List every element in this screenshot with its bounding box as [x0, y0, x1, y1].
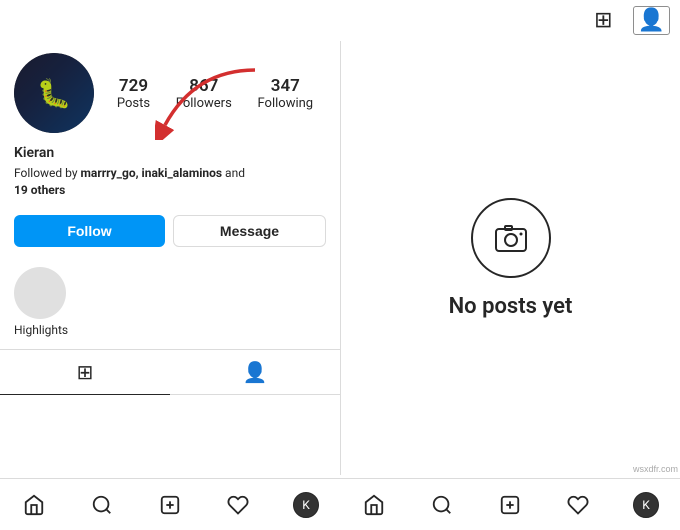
bio-section: Kieran Followed by marrry_go, inaki_alam… [0, 141, 340, 215]
highlight-circle[interactable] [14, 267, 66, 319]
posts-count: 729 [119, 76, 148, 96]
left-panel: 🐛 729 Posts 867 Followers 347 Following … [0, 41, 340, 475]
followers-count: 867 [189, 76, 218, 96]
followers-label: Followers [176, 96, 232, 111]
nav-search-2[interactable] [408, 479, 476, 530]
message-button[interactable]: Message [173, 215, 326, 247]
follow-button[interactable]: Follow [14, 215, 165, 247]
following-stat[interactable]: 347 Following [258, 76, 314, 111]
nav-add-1[interactable] [136, 479, 204, 530]
tagged-tab-icon: 👤 [243, 360, 268, 384]
nav-profile-2[interactable]: K [612, 479, 680, 530]
tab-tagged[interactable]: 👤 [170, 350, 340, 394]
action-buttons: Follow Message [0, 215, 340, 259]
followed-by-users: marrry_go, inaki_alaminos [81, 166, 223, 180]
watermark: wsxdfr.com [633, 464, 678, 474]
tab-grid[interactable]: ⊞ [0, 350, 170, 394]
nav-add-2[interactable] [476, 479, 544, 530]
nav-avatar-1: K [293, 492, 319, 518]
followers-stat[interactable]: 867 Followers [176, 76, 232, 111]
username: Kieran [14, 145, 326, 161]
posts-stat: 729 Posts [117, 76, 150, 111]
avatar: 🐛 [14, 53, 94, 133]
posts-label: Posts [117, 96, 150, 111]
no-posts-camera-icon [471, 198, 551, 278]
profile-section: 🐛 729 Posts 867 Followers 347 Following [0, 41, 340, 141]
grid-tab-icon: ⊞ [77, 360, 94, 384]
stats-container: 729 Posts 867 Followers 347 Following [104, 76, 326, 111]
nav-avatar-2: K [633, 492, 659, 518]
nav-home-2[interactable] [340, 479, 408, 530]
highlights-section: Highlights [0, 259, 340, 349]
person-view-icon[interactable]: 👤 [633, 6, 670, 35]
tab-bar: ⊞ 👤 [0, 349, 340, 395]
main-layout: 🐛 729 Posts 867 Followers 347 Following … [0, 41, 680, 475]
nav-profile-1[interactable]: K [272, 479, 340, 530]
avatar-image: 🐛 [14, 53, 94, 133]
followed-by-prefix: Followed by [14, 166, 81, 180]
following-count: 347 [271, 76, 300, 96]
right-panel: No posts yet [340, 41, 680, 475]
followed-by-others-count: 19 others [14, 183, 65, 197]
nav-search-1[interactable] [68, 479, 136, 530]
top-nav-bar: ⊞ 👤 [0, 0, 680, 41]
no-posts-text: No posts yet [449, 294, 573, 319]
bottom-nav: K K [0, 478, 680, 530]
followed-by-and: and [222, 166, 245, 180]
nav-heart-2[interactable] [544, 479, 612, 530]
highlights-label: Highlights [14, 323, 66, 337]
grid-view-icon[interactable]: ⊞ [594, 8, 612, 33]
following-label: Following [258, 96, 314, 111]
followed-by-text: Followed by marrry_go, inaki_alaminos an… [14, 165, 326, 199]
nav-heart-1[interactable] [204, 479, 272, 530]
nav-home-1[interactable] [0, 479, 68, 530]
